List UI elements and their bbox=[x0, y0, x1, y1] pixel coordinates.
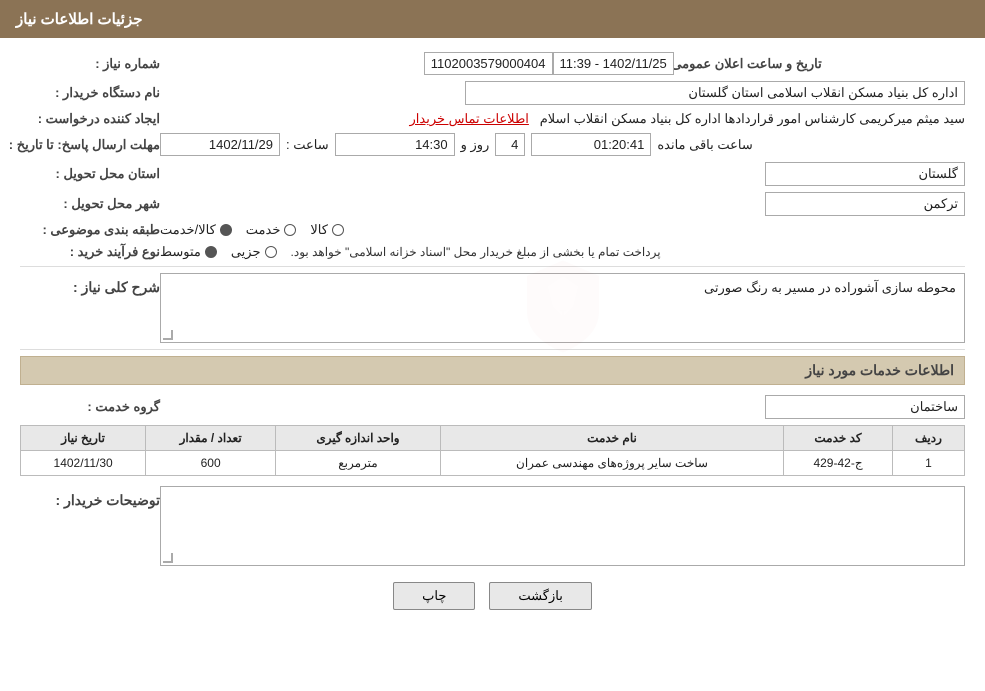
watermark: ATA TENDER bbox=[518, 257, 608, 360]
category-option-kala-khedmat[interactable]: کالا/خدمت bbox=[160, 222, 232, 238]
response-remaining-label: ساعت باقی مانده bbox=[657, 137, 752, 153]
category-row: طبقه بندی موضوعی : کالا/خدمت خدمت کالا bbox=[20, 222, 965, 238]
announcement-date-label: تاریخ و ساعت اعلان عمومی : bbox=[682, 56, 822, 72]
category-option-kala[interactable]: کالا bbox=[310, 222, 344, 238]
svg-text:ATA: ATA bbox=[551, 308, 574, 322]
general-description-label: شرح کلی نیاز : bbox=[20, 273, 160, 296]
city-value: ترکمن bbox=[765, 192, 965, 216]
col-header-qty: تعداد / مقدار bbox=[146, 426, 276, 451]
response-time-value: 14:30 bbox=[335, 133, 455, 156]
buyer-org-row: نام دستگاه خریدار : اداره کل بنیاد مسکن … bbox=[20, 81, 965, 105]
purchase-type-partial-label: جزیی bbox=[231, 244, 261, 260]
page-title: جزئیات اطلاعات نیاز bbox=[16, 11, 143, 28]
buyer-description-value-area bbox=[160, 486, 965, 566]
province-value: گلستان bbox=[765, 162, 965, 186]
col-header-name: نام خدمت bbox=[440, 426, 783, 451]
services-table-header: ردیف کد خدمت نام خدمت واحد اندازه گیری ت… bbox=[21, 426, 965, 451]
services-section-title: اطلاعات خدمات مورد نیاز bbox=[20, 356, 965, 385]
purchase-type-partial-radio[interactable] bbox=[265, 246, 277, 258]
category-khedmat-radio[interactable] bbox=[284, 224, 296, 236]
buyer-org-value: اداره کل بنیاد مسکن انقلاب اسلامی استان … bbox=[465, 81, 965, 105]
response-deadline-label: مهلت ارسال پاسخ: تا تاریخ : bbox=[20, 137, 160, 153]
category-kala-khedmat-label: کالا/خدمت bbox=[160, 222, 216, 238]
print-button[interactable]: چاپ bbox=[393, 582, 475, 610]
svg-text:TENDER: TENDER bbox=[546, 326, 579, 335]
category-kala-khedmat-radio[interactable] bbox=[220, 224, 232, 236]
province-row: استان محل تحویل : گلستان bbox=[20, 162, 965, 186]
table-cell-0: 1 bbox=[892, 451, 964, 476]
col-header-row: ردیف bbox=[892, 426, 964, 451]
resize-handle-buyer[interactable] bbox=[163, 553, 173, 563]
province-label: استان محل تحویل : bbox=[20, 166, 160, 182]
category-kala-radio[interactable] bbox=[332, 224, 344, 236]
buttons-row: بازگشت چاپ bbox=[20, 582, 965, 610]
services-table: ردیف کد خدمت نام خدمت واحد اندازه گیری ت… bbox=[20, 425, 965, 476]
page-header: جزئیات اطلاعات نیاز bbox=[0, 0, 985, 38]
back-button[interactable]: بازگشت bbox=[489, 582, 591, 610]
response-deadline-value-area: 1402/11/29 ساعت : 14:30 روز و 4 01:20:41… bbox=[160, 133, 965, 156]
city-value-area: ترکمن bbox=[160, 192, 965, 216]
purchase-type-value-area: متوسط جزیی پرداخت تمام یا بخشی از مبلغ خ… bbox=[160, 244, 965, 260]
purchase-type-row: نوع فرآیند خرید : متوسط جزیی پرداخت تمام… bbox=[20, 244, 965, 260]
purchase-type-option-medium[interactable]: متوسط bbox=[160, 244, 217, 260]
service-group-value-area: ساختمان bbox=[160, 395, 965, 419]
category-options: کالا/خدمت خدمت کالا bbox=[160, 222, 965, 238]
category-khedmat-label: خدمت bbox=[246, 222, 281, 238]
response-days-label: روز و bbox=[461, 137, 490, 153]
general-description-row: شرح کلی نیاز : ATA TENDER محوطه سازی آشو… bbox=[20, 273, 965, 343]
city-row: شهر محل تحویل : ترکمن bbox=[20, 192, 965, 216]
category-label: طبقه بندی موضوعی : bbox=[20, 222, 160, 238]
purchase-type-medium-label: متوسط bbox=[160, 244, 201, 260]
col-header-date: تاریخ نیاز bbox=[21, 426, 146, 451]
col-header-code: کد خدمت bbox=[784, 426, 893, 451]
province-value-area: گلستان bbox=[160, 162, 965, 186]
service-group-label: گروه خدمت : bbox=[20, 399, 160, 415]
buyer-description-row: توضیحات خریدار : bbox=[20, 486, 965, 566]
need-number-value-area: 1102003579000404 bbox=[160, 52, 553, 75]
general-description-box: ATA TENDER محوطه سازی آشوراده در مسیر به… bbox=[160, 273, 965, 343]
service-group-value: ساختمان bbox=[765, 395, 965, 419]
table-row: 1ج-42-429ساخت سایر پروژه‌های مهندسی عمرا… bbox=[21, 451, 965, 476]
resize-handle-desc[interactable] bbox=[163, 330, 173, 340]
purchase-type-label: نوع فرآیند خرید : bbox=[20, 244, 160, 260]
buyer-org-label: نام دستگاه خریدار : bbox=[20, 85, 160, 101]
response-days-value: 4 bbox=[495, 133, 525, 156]
table-cell-5: 1402/11/30 bbox=[21, 451, 146, 476]
response-deadline-row: مهلت ارسال پاسخ: تا تاریخ : 1402/11/29 س… bbox=[20, 133, 965, 156]
requester-value-area: سید میثم میرکریمی کارشناس امور قراردادها… bbox=[160, 111, 965, 127]
announcement-date-value: 1402/11/25 - 11:39 bbox=[553, 52, 674, 75]
table-cell-2: ساخت سایر پروژه‌های مهندسی عمران bbox=[440, 451, 783, 476]
response-remaining-value: 01:20:41 bbox=[531, 133, 651, 156]
need-number-value: 1102003579000404 bbox=[424, 52, 553, 75]
announcement-date-container: 1402/11/25 - 11:39 تاریخ و ساعت اعلان عم… bbox=[553, 52, 946, 75]
buyer-org-value-area: اداره کل بنیاد مسکن انقلاب اسلامی استان … bbox=[160, 81, 965, 105]
category-option-khedmat[interactable]: خدمت bbox=[246, 222, 297, 238]
requester-value: سید میثم میرکریمی کارشناس امور قراردادها… bbox=[540, 111, 965, 126]
table-cell-4: 600 bbox=[146, 451, 276, 476]
category-kala-label: کالا bbox=[310, 222, 328, 238]
page-wrapper: جزئیات اطلاعات نیاز شماره نیاز : 1102003… bbox=[0, 0, 985, 691]
main-content: شماره نیاز : 1102003579000404 1402/11/25… bbox=[0, 38, 985, 634]
need-number-row: شماره نیاز : 1102003579000404 1402/11/25… bbox=[20, 52, 965, 75]
divider-1 bbox=[20, 266, 965, 267]
buyer-description-label: توضیحات خریدار : bbox=[20, 486, 160, 509]
requester-label: ایجاد کننده درخواست : bbox=[20, 111, 160, 127]
purchase-type-note: پرداخت تمام یا بخشی از مبلغ خریدار محل "… bbox=[291, 245, 661, 259]
city-label: شهر محل تحویل : bbox=[20, 196, 160, 212]
purchase-type-option-partial[interactable]: جزیی bbox=[231, 244, 277, 260]
buyer-description-box bbox=[160, 486, 965, 566]
response-date-value: 1402/11/29 bbox=[160, 133, 280, 156]
table-cell-1: ج-42-429 bbox=[784, 451, 893, 476]
response-time-label: ساعت : bbox=[286, 137, 329, 153]
contact-link[interactable]: اطلاعات تماس خریدار bbox=[410, 111, 529, 126]
col-header-unit: واحد اندازه گیری bbox=[276, 426, 441, 451]
divider-2 bbox=[20, 349, 965, 350]
purchase-type-medium-radio[interactable] bbox=[205, 246, 217, 258]
requester-row: ایجاد کننده درخواست : سید میثم میرکریمی … bbox=[20, 111, 965, 127]
table-cell-3: مترمربع bbox=[276, 451, 441, 476]
general-description-value: محوطه سازی آشوراده در مسیر به رنگ صورتی bbox=[704, 280, 956, 295]
general-description-value-area: ATA TENDER محوطه سازی آشوراده در مسیر به… bbox=[160, 273, 965, 343]
need-number-label: شماره نیاز : bbox=[20, 56, 160, 72]
service-group-row: گروه خدمت : ساختمان bbox=[20, 395, 965, 419]
